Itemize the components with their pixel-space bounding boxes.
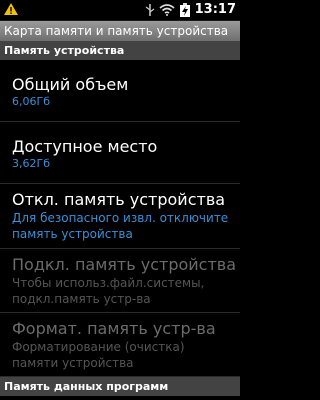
- mount-device-memory-item[interactable]: Подкл. память устройства Чтобы использ.ф…: [0, 249, 240, 313]
- section-header-device-memory: Память устройства: [0, 41, 240, 60]
- item-summary: Для безопасного извл. отключите память у…: [12, 211, 229, 241]
- item-value: 6,06Гб: [12, 95, 50, 108]
- list-item-total-space[interactable]: Общий объем 6,06Гб: [0, 60, 240, 122]
- list-item-available-space[interactable]: Доступное место 3,62Гб: [0, 122, 240, 184]
- section-header-app-data-memory: Память данных программ: [0, 377, 240, 396]
- item-title: Доступное место: [12, 137, 158, 156]
- item-title: Подкл. память устройства: [12, 255, 237, 274]
- item-title: Общий объем: [12, 75, 129, 94]
- wifi-icon: [159, 4, 175, 16]
- status-bar: 13:17: [0, 0, 240, 21]
- item-summary: Чтобы использ.файл.системы, подкл.память…: [12, 276, 205, 306]
- battery-icon: [179, 3, 190, 17]
- item-title: Откл. память устройства: [12, 190, 226, 209]
- item-summary: Форматирование (очистка) памяти устройст…: [12, 340, 185, 370]
- clock: 13:17: [194, 2, 236, 17]
- format-device-memory-item[interactable]: Формат. память устр-ва Форматирование (о…: [0, 313, 240, 377]
- notification-area[interactable]: [4, 3, 18, 15]
- warning-icon: [4, 3, 18, 15]
- page-title: Карта памяти и память устройства: [0, 21, 240, 41]
- usb-icon: [145, 4, 154, 16]
- item-value: 3,62Гб: [12, 157, 50, 170]
- item-title: Формат. память устр-ва: [12, 319, 216, 338]
- unmount-device-memory-item[interactable]: Откл. память устройства Для безопасного …: [0, 184, 240, 249]
